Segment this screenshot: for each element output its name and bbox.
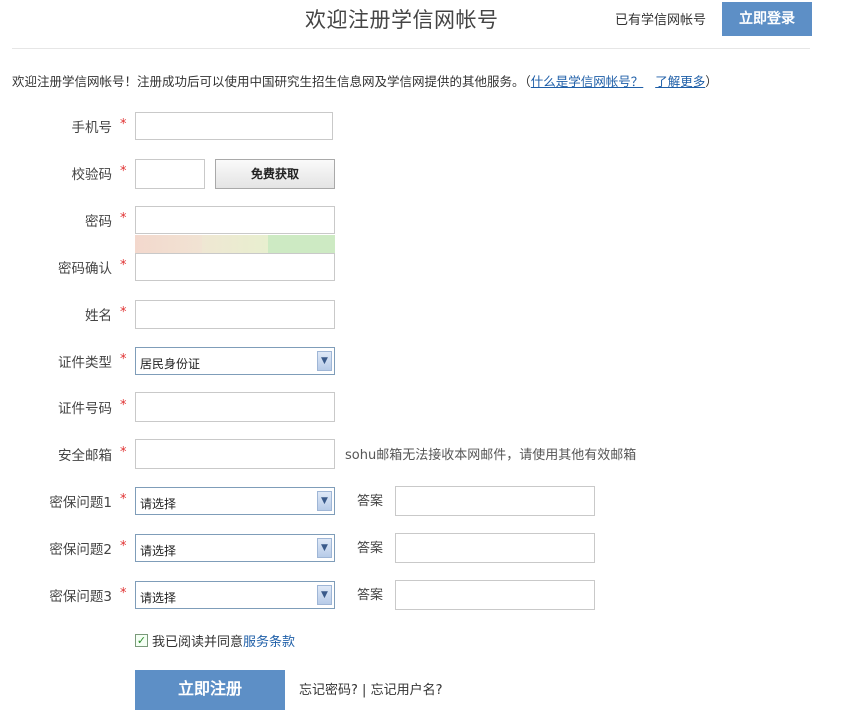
id-type-select[interactable]: 居民身份证 ▼ xyxy=(135,347,335,375)
code-label: 校验码 xyxy=(71,167,113,183)
required-mark: * xyxy=(120,305,127,320)
chevron-down-icon: ▼ xyxy=(317,351,332,371)
required-mark: * xyxy=(120,117,127,132)
forgot-username-link[interactable]: 忘记用户名? xyxy=(371,683,443,698)
what-is-account-link[interactable]: 什么是学信网帐号？ xyxy=(531,74,644,89)
register-button[interactable]: 立即注册 xyxy=(135,670,285,710)
required-mark: * xyxy=(120,352,127,367)
security-question-value: 请选择 xyxy=(140,591,177,605)
have-account-text: 已有学信网帐号 xyxy=(615,13,707,28)
intro-text: 欢迎注册学信网帐号！注册成功后可以使用中国研究生招生信息网及学信网提供的其他服务… xyxy=(12,71,718,90)
security-question-value: 请选择 xyxy=(140,544,177,558)
security-question-value: 请选择 xyxy=(140,497,177,511)
security-question-label: 密保问题1 xyxy=(49,495,112,511)
answer-label: 答案 xyxy=(357,494,384,509)
forgot-password-link[interactable]: 忘记密码? xyxy=(299,683,358,698)
security-question-3-select[interactable]: 请选择 ▼ xyxy=(135,581,335,609)
security-question-label: 密保问题3 xyxy=(49,589,112,605)
name-label: 姓名 xyxy=(85,308,112,324)
answer-1-input[interactable] xyxy=(395,486,595,516)
required-mark: * xyxy=(120,539,127,554)
forgot-separator: | xyxy=(357,683,371,698)
email-label: 安全邮箱 xyxy=(58,448,112,464)
phone-input[interactable] xyxy=(135,112,333,140)
learn-more-link[interactable]: 了解更多 xyxy=(655,74,705,89)
strength-weak xyxy=(135,235,202,253)
id-number-label: 证件号码 xyxy=(58,401,112,417)
login-button[interactable]: 立即登录 xyxy=(722,2,812,36)
required-mark: * xyxy=(120,164,127,179)
intro-close: ） xyxy=(705,74,718,89)
terms-link[interactable]: 服务条款 xyxy=(243,635,295,650)
chevron-down-icon: ▼ xyxy=(317,585,332,605)
chevron-down-icon: ▼ xyxy=(317,538,332,558)
agree-checkbox[interactable]: ✓ xyxy=(135,634,148,647)
answer-label: 答案 xyxy=(357,588,384,603)
strength-medium xyxy=(201,235,269,253)
password-confirm-label: 密码确认 xyxy=(58,261,112,277)
required-mark: * xyxy=(120,258,127,273)
password-label: 密码 xyxy=(85,214,112,230)
required-mark: * xyxy=(120,586,127,601)
agree-label: 我已阅读并同意 xyxy=(152,635,244,650)
answer-label: 答案 xyxy=(357,541,384,556)
required-mark: * xyxy=(120,445,127,460)
required-mark: * xyxy=(120,398,127,413)
security-question-2-select[interactable]: 请选择 ▼ xyxy=(135,534,335,562)
name-input[interactable] xyxy=(135,300,335,329)
password-input[interactable] xyxy=(135,206,335,234)
get-code-button[interactable]: 免费获取 xyxy=(215,159,335,189)
phone-label: 手机号 xyxy=(71,120,113,136)
page-title: 欢迎注册学信网帐号 xyxy=(305,8,499,32)
strength-strong xyxy=(268,235,336,253)
chevron-down-icon: ▼ xyxy=(317,491,332,511)
required-mark: * xyxy=(120,211,127,226)
code-input[interactable] xyxy=(135,159,205,189)
password-strength-bar xyxy=(135,235,336,253)
intro-description: 欢迎注册学信网帐号！注册成功后可以使用中国研究生招生信息网及学信网提供的其他服务… xyxy=(12,74,531,89)
required-mark: * xyxy=(120,492,127,507)
email-input[interactable] xyxy=(135,439,335,469)
agree-text: 我已阅读并同意服务条款 xyxy=(152,631,295,650)
security-question-label: 密保问题2 xyxy=(49,542,112,558)
id-number-input[interactable] xyxy=(135,392,335,422)
security-question-1-select[interactable]: 请选择 ▼ xyxy=(135,487,335,515)
answer-2-input[interactable] xyxy=(395,533,595,563)
id-type-label: 证件类型 xyxy=(58,355,112,371)
id-type-value: 居民身份证 xyxy=(140,357,201,371)
email-hint: sohu邮箱无法接收本网邮件，请使用其他有效邮箱 xyxy=(345,448,637,463)
answer-3-input[interactable] xyxy=(395,580,595,610)
forgot-links: 忘记密码? | 忘记用户名? xyxy=(299,679,442,698)
password-confirm-input[interactable] xyxy=(135,253,335,281)
header-divider xyxy=(12,48,810,49)
